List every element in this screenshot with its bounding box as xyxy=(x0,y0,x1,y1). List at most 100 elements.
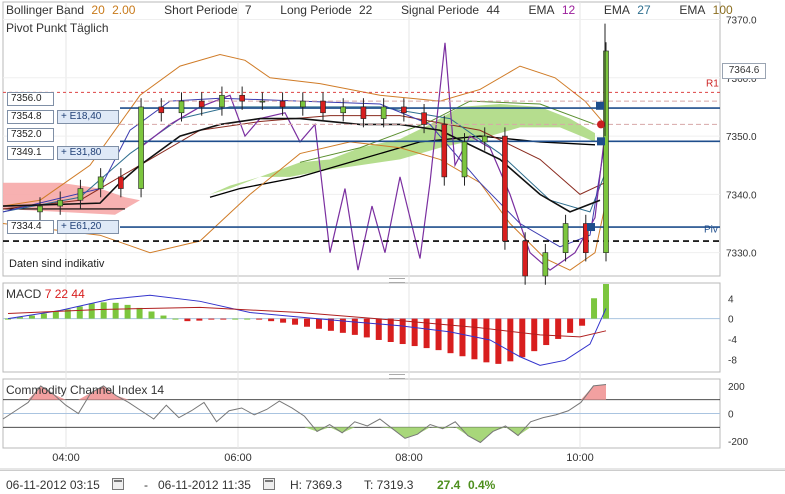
legend-bollinger-label: Bollinger Band xyxy=(6,3,85,17)
macd-p1: 7 xyxy=(44,287,52,301)
y-tick-label: 7370.0 xyxy=(726,15,757,26)
candle-body xyxy=(380,106,387,119)
last-price-tag: 7364.6 xyxy=(722,63,766,79)
legend-ema-label-2: EMA xyxy=(603,3,630,17)
candle-body xyxy=(97,176,104,189)
macd-histogram-bar xyxy=(40,313,47,319)
legend-ema100: 100 xyxy=(712,3,733,17)
macd-histogram-bar xyxy=(459,318,466,357)
legend-short-value: 7 xyxy=(244,3,252,17)
macd-name: MACD xyxy=(6,287,42,301)
start-date[interactable]: 06-11-2012 03:15 xyxy=(6,478,100,492)
panel-frame-0 xyxy=(2,1,721,277)
x-tick-label: 08:00 xyxy=(395,452,423,464)
level-marker-circle xyxy=(597,120,605,129)
macd-histogram-bar xyxy=(304,318,310,327)
macd-histogram-bar xyxy=(543,318,550,346)
candle-body xyxy=(118,176,124,189)
calendar-icon-end[interactable] xyxy=(263,478,275,490)
panel-resize-handle-2[interactable] xyxy=(389,374,405,379)
legend-bollinger-p2: 2.00 xyxy=(112,3,136,17)
macd-histogram-bar xyxy=(124,304,131,319)
cci-name: Commodity Channel Index xyxy=(6,383,148,397)
macd-histogram-bar xyxy=(387,318,394,342)
legend-bollinger-p1: 20 xyxy=(91,3,105,17)
candle-body xyxy=(178,100,185,114)
legend-short-label: Short Periode xyxy=(164,3,238,17)
price-tag-7334-4: 7334.4 xyxy=(7,220,54,234)
macd-histogram-bar xyxy=(519,318,526,358)
indicator-legend: Bollinger Band 20 2.00 Short Periode 7 L… xyxy=(6,3,737,17)
macd-histogram-bar xyxy=(280,318,287,323)
macd-histogram-bar xyxy=(591,298,598,319)
level-marker xyxy=(587,223,595,232)
macd-histogram-bar xyxy=(495,318,502,364)
candle-body xyxy=(401,106,407,114)
ema-tag-e31[interactable]: + E31,80 xyxy=(57,146,119,160)
calendar-icon-start[interactable] xyxy=(112,478,124,490)
cci-p: 14 xyxy=(150,383,165,397)
x-tick-label: 10:00 xyxy=(566,452,594,464)
macd-histogram-bar xyxy=(112,302,119,319)
macd-histogram-bar xyxy=(567,318,574,333)
candle-body xyxy=(502,135,508,242)
macd-histogram-bar xyxy=(351,318,358,335)
macd-histogram-bar xyxy=(88,303,95,319)
macd-histogram-bar xyxy=(411,318,418,347)
legend-signal-label: Signal Periode xyxy=(401,3,480,17)
macd-histogram-bar xyxy=(315,318,322,329)
macd-histogram-bar xyxy=(375,318,382,340)
candle-body xyxy=(259,100,266,103)
cci-y-tick-label: 200 xyxy=(728,382,745,393)
x-tick-label: 04:00 xyxy=(52,452,80,464)
macd-histogram-bar xyxy=(172,318,179,320)
legend-ema12: 12 xyxy=(561,3,576,17)
candle-body xyxy=(239,94,245,102)
macd-y-tick-label: -4 xyxy=(728,335,737,346)
macd-y-tick-label: 4 xyxy=(728,294,734,305)
macd-y-tick-label: 0 xyxy=(728,315,734,326)
candle-body xyxy=(198,100,205,108)
macd-histogram-bar xyxy=(136,307,143,319)
macd-histogram-bar xyxy=(435,318,442,351)
legend-long-label: Long Periode xyxy=(280,3,352,17)
macd-histogram-bar xyxy=(471,318,478,360)
macd-histogram-bar xyxy=(148,311,155,319)
pivot-label: Piv xyxy=(704,224,718,235)
price-tag-7349-1: 7349.1 xyxy=(7,146,54,160)
ema-tag-e61[interactable]: + E61,20 xyxy=(57,220,119,234)
legend-ema-label-3: EMA xyxy=(679,3,706,17)
macd-histogram-bar xyxy=(76,306,83,319)
ema-tag-e18[interactable]: + E18,40 xyxy=(57,110,119,124)
macd-p2: 22 xyxy=(54,287,69,301)
end-date[interactable]: 06-11-2012 11:35 xyxy=(158,478,251,492)
indicative-note: Daten sind indikativ xyxy=(9,258,105,270)
macd-p3: 44 xyxy=(71,287,85,301)
candle-body xyxy=(138,106,144,189)
legend-signal-value: 44 xyxy=(486,3,500,17)
panel-resize-handle-1[interactable] xyxy=(389,278,405,283)
macd-histogram-bar xyxy=(208,318,215,320)
y-tick-label: 7350.0 xyxy=(726,132,757,143)
y-tick-label: 7340.0 xyxy=(726,190,757,201)
cci-label: Commodity Channel Index 14 xyxy=(6,383,164,397)
macd-histogram-bar xyxy=(52,311,59,319)
macd-histogram-bar xyxy=(268,318,275,322)
price-tag-7356: 7356.0 xyxy=(7,92,54,106)
candle-body xyxy=(279,100,286,108)
level-marker xyxy=(597,137,605,146)
candle-body xyxy=(340,106,347,114)
macd-label: MACD 7 22 44 xyxy=(6,287,85,301)
macd-histogram-bar xyxy=(184,318,191,322)
macd-histogram-bar xyxy=(363,318,370,338)
macd-histogram-bar xyxy=(399,318,406,345)
chart-svg: 04:00 06:00 08:00 10:007370.07360.07350.073… xyxy=(0,1,785,470)
candle-body xyxy=(360,106,367,119)
legend-long-value: 22 xyxy=(359,3,373,17)
candle-body xyxy=(441,124,448,178)
macd-histogram-bar xyxy=(292,318,299,325)
candle-body xyxy=(77,188,84,201)
candle-body xyxy=(481,135,488,143)
macd-histogram-bar xyxy=(507,318,514,362)
candle-body xyxy=(320,100,326,114)
